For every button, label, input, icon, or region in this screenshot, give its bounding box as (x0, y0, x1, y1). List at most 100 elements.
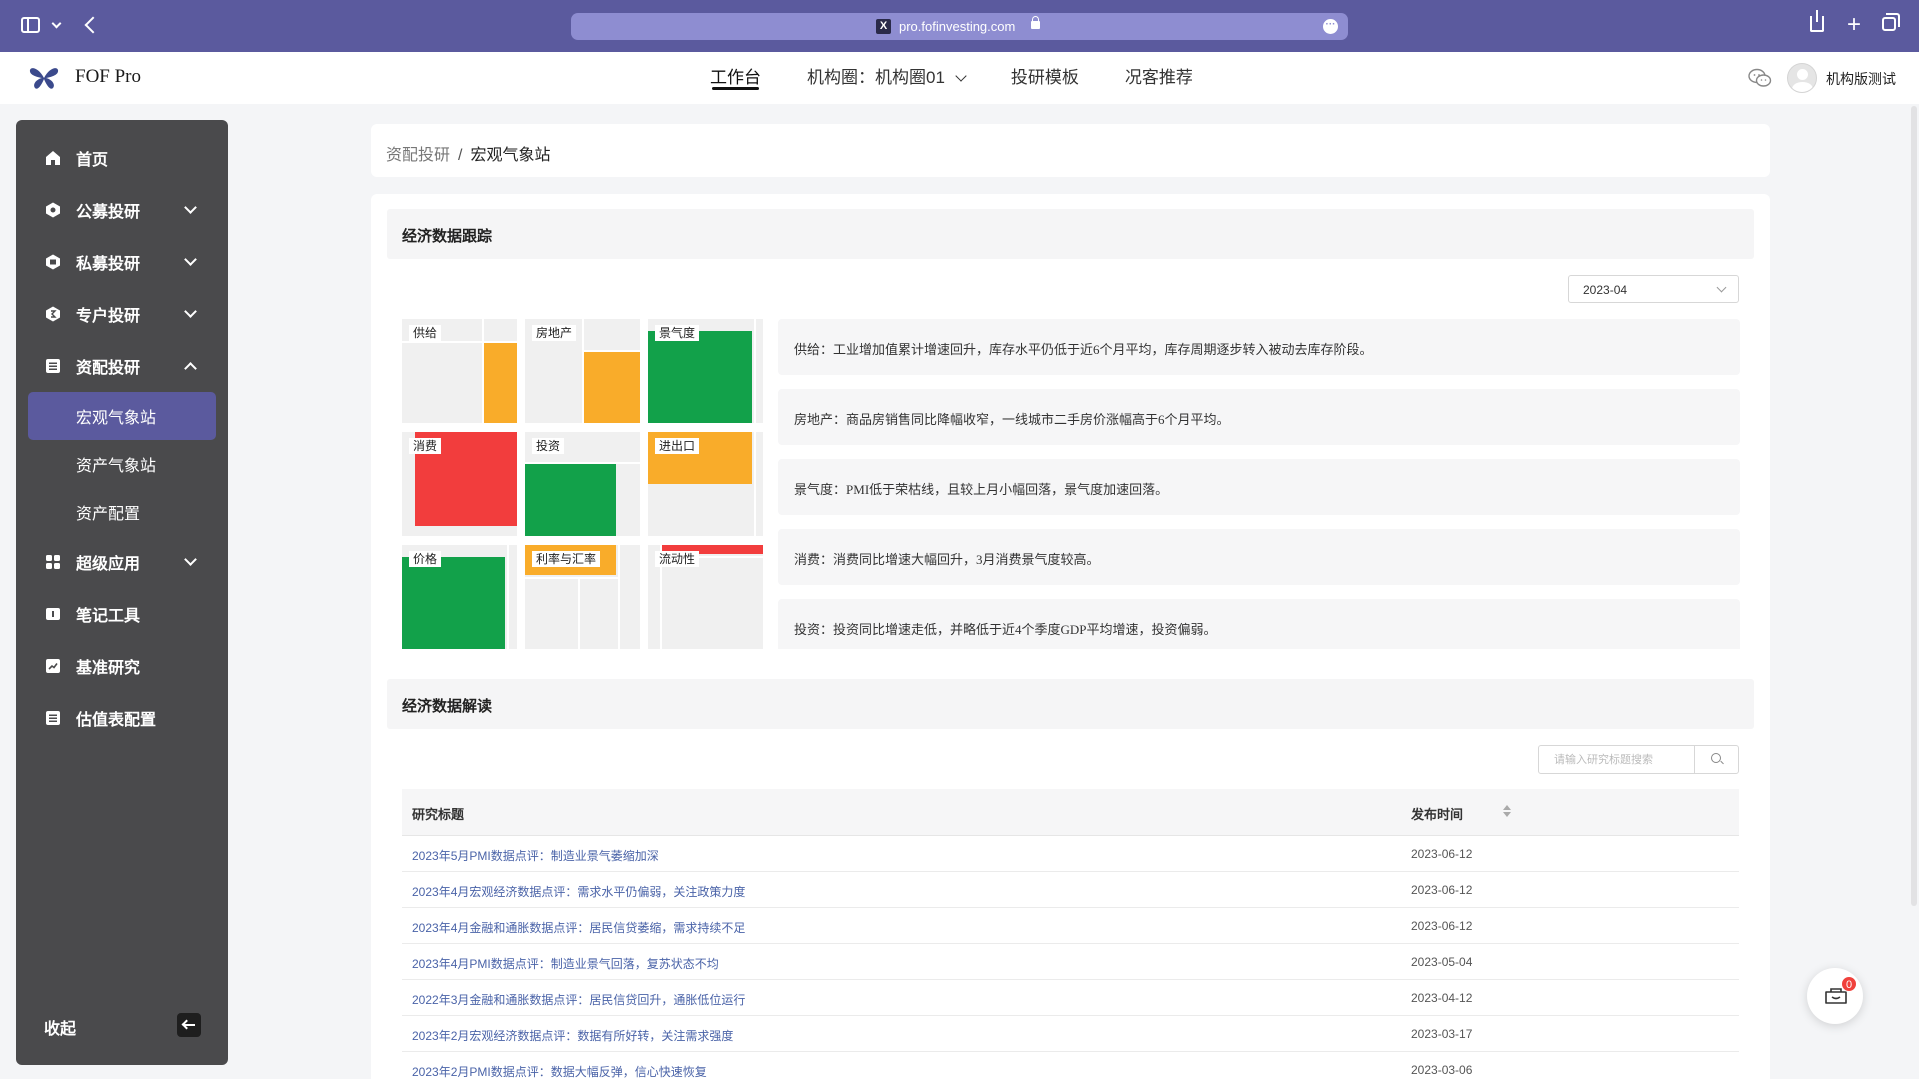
chevron-down-icon (1716, 282, 1727, 293)
user-name[interactable]: 机构版测试 (1826, 69, 1896, 89)
heatmap-label: 供给 (409, 325, 442, 341)
heatmap-cell-trade[interactable]: 进出口 (648, 432, 763, 536)
search-box (1538, 745, 1739, 774)
heatmap-cell-supply[interactable]: 供给 (402, 319, 517, 423)
sidebar-subitem-asset-allocation[interactable]: 资产配置 (16, 492, 228, 532)
butterfly-logo-icon[interactable] (29, 66, 59, 90)
research-title-link[interactable]: 2023年5月PMI数据点评：制造业景气萎缩加深 (412, 847, 659, 864)
scrollbar-thumb[interactable] (1911, 106, 1917, 906)
heatmap-cell-consumption[interactable]: 消费 (402, 432, 517, 536)
section-title: 经济数据解读 (402, 698, 493, 715)
table-header: 研究标题 发布时间 (402, 789, 1739, 836)
reading-section-header: 经济数据解读 (387, 679, 1754, 729)
month-select-value: 2023-04 (1583, 283, 1628, 297)
app-header: FOF Pro 工作台 机构圈：机构圈01 投研模板 况客推荐 机构版测试 (0, 52, 1919, 104)
heatmap-cell-investment[interactable]: 投资 (525, 432, 640, 536)
address-bar[interactable]: X pro.fofinvesting.com ··· (571, 13, 1348, 40)
publish-date: 2023-04-12 (1411, 991, 1473, 1005)
indicator-heatmap: 供给 房地产 景气度 消费 投资 进出口 价格 利率与汇率 流动性 (402, 319, 766, 649)
avatar[interactable] (1787, 63, 1817, 93)
notes-icon (46, 608, 60, 620)
nav-label: 工作台 (710, 68, 761, 87)
breadcrumb-current: 宏观气象站 (470, 147, 551, 164)
heatmap-bar (402, 557, 505, 649)
collapse-label: 收起 (44, 1021, 77, 1038)
sidebar-item-special-account[interactable]: 专户投研 (16, 294, 228, 334)
desc-text: 投资：投资同比增速走低，并略低于近4个季度GDP平均增速，投资偏弱。 (794, 622, 1217, 637)
sidebar-subitem-label: 资产气象站 (76, 458, 157, 475)
chevron-down-icon (184, 201, 197, 214)
sidebar-subitem-asset-station[interactable]: 资产气象站 (16, 444, 228, 484)
sidebar-item-label: 超级应用 (76, 556, 141, 573)
research-title-link[interactable]: 2022年3月金融和通胀数据点评：居民信贷回升，通胀低位运行 (412, 991, 745, 1008)
indicator-descriptions: 供给：工业增加值累计增速回升，库存水平仍低于近6个月平均，库存周期逐步转入被动去… (778, 319, 1740, 649)
sidebar-item-label: 基准研究 (76, 660, 141, 677)
heatmap-cell-liquidity[interactable]: 流动性 (648, 545, 763, 649)
publish-date: 2023-06-12 (1411, 919, 1473, 933)
table-row: 2022年3月金融和通胀数据点评：居民信贷回升，通胀低位运行 2023-04-1… (402, 980, 1739, 1016)
nav-recommendation[interactable]: 况客推荐 (1125, 52, 1193, 104)
back-icon[interactable] (84, 16, 102, 34)
sidebar-item-public-fund[interactable]: 公募投研 (16, 190, 228, 230)
wechat-icon[interactable] (1748, 68, 1772, 88)
cart-button[interactable]: 0 (1807, 968, 1863, 1024)
research-title-link[interactable]: 2023年4月金融和通胀数据点评：居民信贷萎缩，需求持续不足 (412, 919, 745, 936)
sidebar-item-notes[interactable]: 笔记工具 (16, 594, 228, 634)
share-icon[interactable] (1810, 10, 1824, 32)
sidebar-subitem-macro-station[interactable]: 宏观气象站 (16, 396, 228, 436)
table-row: 2023年2月PMI数据点评：数据大幅反弹，信心快速恢复 2023-03-06 (402, 1052, 1739, 1079)
desc-text: 供给：工业增加值累计增速回升，库存水平仍低于近6个月平均，库存周期逐步转入被动去… (794, 342, 1373, 357)
heatmap-cell-rates-fx[interactable]: 利率与汇率 (525, 545, 640, 649)
column-header-date[interactable]: 发布时间 (1411, 804, 1463, 823)
column-header-title: 研究标题 (412, 807, 465, 822)
research-title-link[interactable]: 2023年4月PMI数据点评：制造业景气回落，复苏状态不均 (412, 955, 719, 972)
sidebar-item-benchmark[interactable]: 基准研究 (16, 646, 228, 686)
main-content: 经济数据跟踪 2023-04 供给 房地产 景气度 消费 投资 进出口 价格 利… (371, 194, 1770, 1079)
research-title-link[interactable]: 2023年2月宏观经济数据点评：数据有所好转，关注需求强度 (412, 1027, 733, 1044)
research-title-link[interactable]: 2023年4月宏观经济数据点评：需求水平仍偏弱，关注政策力度 (412, 883, 745, 900)
search-input[interactable] (1539, 746, 1694, 773)
sidebar-item-valuation[interactable]: 估值表配置 (16, 698, 228, 738)
sidebar-item-apps[interactable]: 超级应用 (16, 542, 228, 582)
breadcrumb-card: 资配投研 / 宏观气象站 (371, 124, 1770, 177)
nav-workbench[interactable]: 工作台 (710, 52, 761, 104)
nav-research-template[interactable]: 投研模板 (1011, 52, 1079, 104)
heatmap-label: 投资 (532, 438, 565, 454)
research-title-link[interactable]: 2023年2月PMI数据点评：数据大幅反弹，信心快速恢复 (412, 1063, 707, 1079)
breadcrumb-parent[interactable]: 资配投研 (386, 147, 450, 164)
sidebar-item-label: 资配投研 (76, 360, 141, 377)
search-icon[interactable] (1694, 746, 1738, 773)
table-row: 2023年5月PMI数据点评：制造业景气萎缩加深 2023-06-12 (402, 836, 1739, 872)
heatmap-label: 进出口 (655, 438, 700, 454)
heatmap-cell-real-estate[interactable]: 房地产 (525, 319, 640, 423)
heatmap-cell-prosperity[interactable]: 景气度 (648, 319, 763, 423)
sidebar-toggle-icon[interactable] (21, 17, 40, 33)
more-icon[interactable]: ··· (1323, 19, 1338, 34)
sidebar-item-label: 首页 (76, 152, 109, 169)
nav-institution-circle[interactable]: 机构圈：机构圈01 (807, 52, 967, 104)
chevron-down-icon[interactable] (51, 18, 62, 29)
sort-icon[interactable] (1503, 805, 1511, 819)
heatmap-bar (648, 331, 752, 423)
chevron-down-icon (955, 70, 967, 82)
sidebar-item-allocation[interactable]: 资配投研 (16, 346, 228, 386)
month-select[interactable]: 2023-04 (1568, 275, 1739, 303)
tracking-section-header: 经济数据跟踪 (387, 209, 1754, 259)
sidebar-item-label: 公募投研 (76, 204, 141, 221)
public-fund-icon (46, 202, 60, 218)
heatmap-cell-price[interactable]: 价格 (402, 545, 517, 649)
sidebar-item-home[interactable]: 首页 (16, 138, 228, 178)
top-nav: 工作台 机构圈：机构圈01 投研模板 况客推荐 (710, 52, 1193, 104)
sidebar-collapse[interactable]: 收起 (16, 1005, 228, 1045)
sidebar-item-label: 私募投研 (76, 256, 141, 273)
heatmap-label: 流动性 (655, 551, 700, 567)
collapse-icon[interactable] (177, 1013, 201, 1037)
sidebar-subitem-label: 资产配置 (76, 506, 141, 523)
nav-label: 况客推荐 (1124, 68, 1193, 87)
logo-text[interactable]: FOF Pro (75, 66, 141, 88)
sidebar-item-private-fund[interactable]: 私募投研 (16, 242, 228, 282)
table-row: 2023年4月宏观经济数据点评：需求水平仍偏弱，关注政策力度 2023-06-1… (402, 872, 1739, 908)
sidebar-item-label: 专户投研 (76, 308, 141, 325)
new-tab-icon[interactable]: + (1847, 13, 1861, 37)
tabs-overview-icon[interactable] (1882, 13, 1900, 31)
